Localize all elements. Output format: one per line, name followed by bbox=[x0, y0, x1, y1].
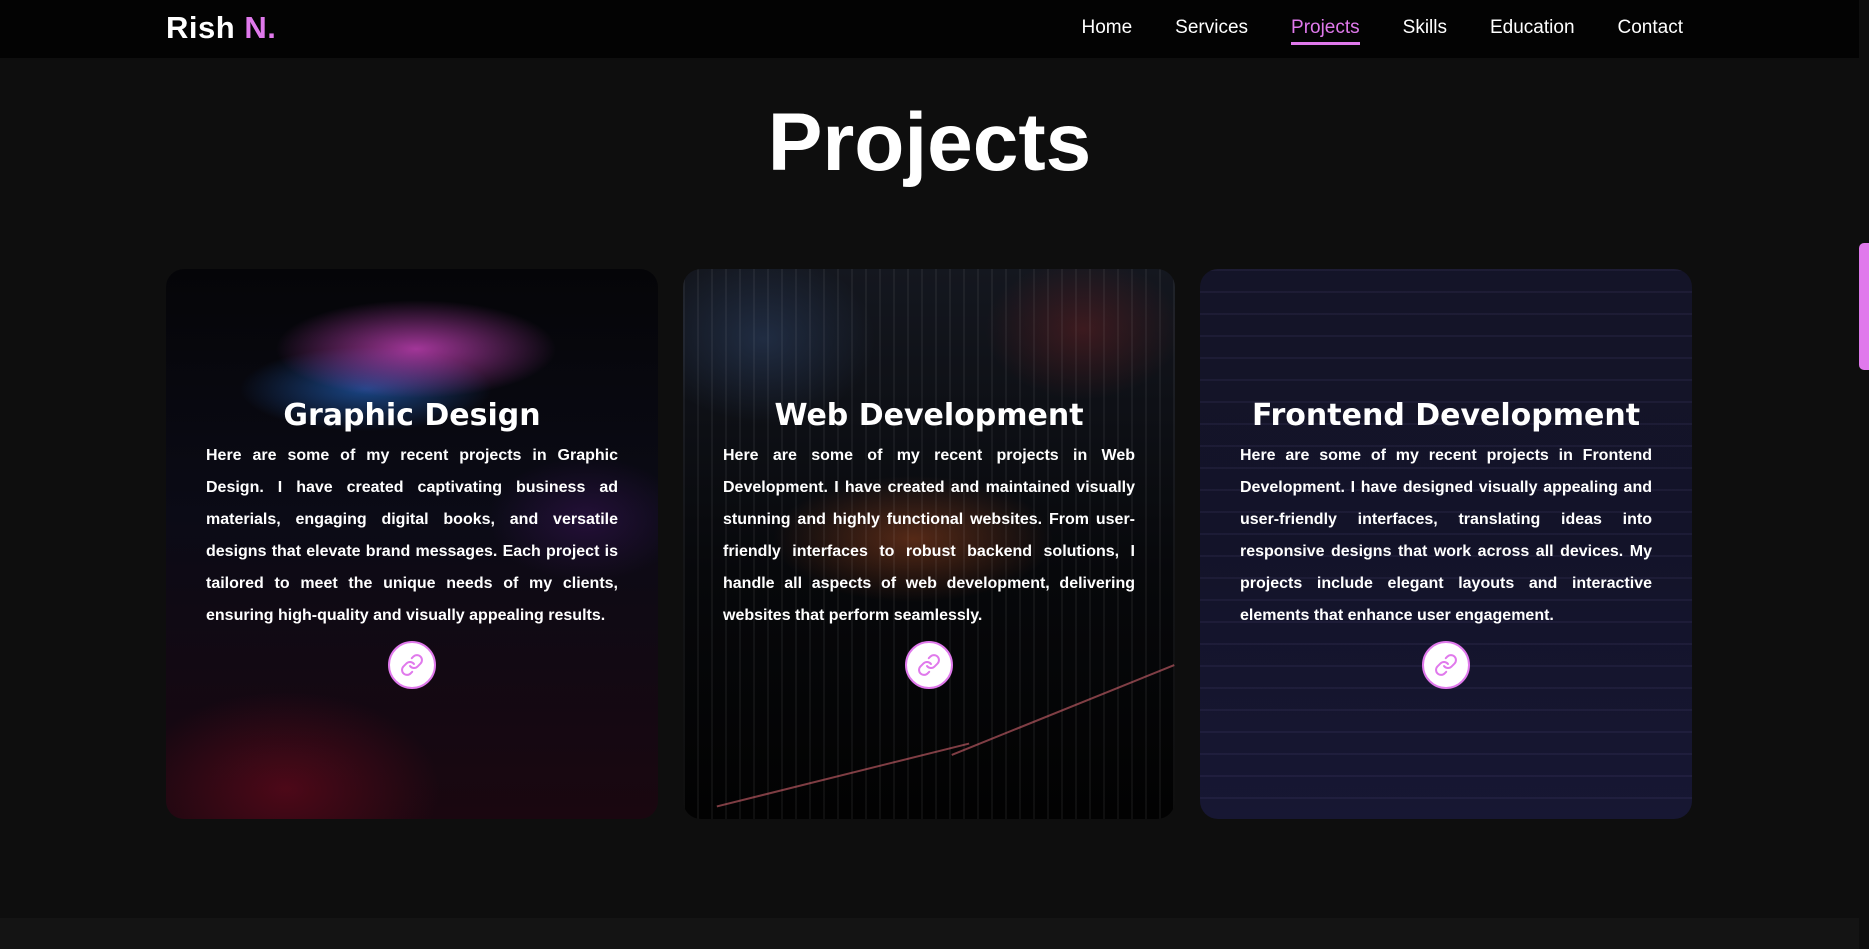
project-link-button[interactable] bbox=[1422, 641, 1470, 689]
brand-logo[interactable]: Rish N. bbox=[166, 10, 276, 46]
project-cards: Graphic Design Here are some of my recen… bbox=[166, 269, 1692, 819]
scrollbar-track[interactable] bbox=[1859, 0, 1869, 949]
project-link-button[interactable] bbox=[905, 641, 953, 689]
card-frontend-development: Frontend Development Here are some of my… bbox=[1200, 269, 1692, 819]
page-title: Projects bbox=[767, 97, 1092, 188]
link-icon bbox=[401, 654, 423, 676]
brand-name: Rish bbox=[166, 10, 236, 45]
navbar: Rish N. Home Services Projects Skills Ed… bbox=[0, 0, 1859, 58]
brand-accent: N. bbox=[244, 10, 277, 45]
card-graphic-design: Graphic Design Here are some of my recen… bbox=[166, 269, 658, 819]
card-web-development: Web Development Here are some of my rece… bbox=[683, 269, 1175, 819]
nav-skills[interactable]: Skills bbox=[1403, 17, 1447, 45]
main-nav: Home Services Projects Skills Education … bbox=[1038, 17, 1683, 45]
nav-contact[interactable]: Contact bbox=[1618, 17, 1683, 45]
nav-education[interactable]: Education bbox=[1490, 17, 1575, 45]
card-title: Frontend Development bbox=[1251, 398, 1641, 433]
card-title: Web Development bbox=[774, 398, 1084, 433]
project-link-button[interactable] bbox=[388, 641, 436, 689]
nav-home[interactable]: Home bbox=[1081, 17, 1132, 45]
scrollbar-thumb[interactable] bbox=[1859, 243, 1869, 370]
card-description: Here are some of my recent projects in F… bbox=[1240, 447, 1652, 624]
card-title: Graphic Design bbox=[283, 398, 541, 433]
footer-strip bbox=[0, 918, 1859, 949]
card-description: Here are some of my recent projects in W… bbox=[723, 447, 1135, 624]
card-description: Here are some of my recent projects in G… bbox=[206, 447, 618, 624]
nav-services[interactable]: Services bbox=[1175, 17, 1248, 45]
link-icon bbox=[1435, 654, 1457, 676]
link-icon bbox=[918, 654, 940, 676]
nav-projects[interactable]: Projects bbox=[1291, 17, 1360, 45]
